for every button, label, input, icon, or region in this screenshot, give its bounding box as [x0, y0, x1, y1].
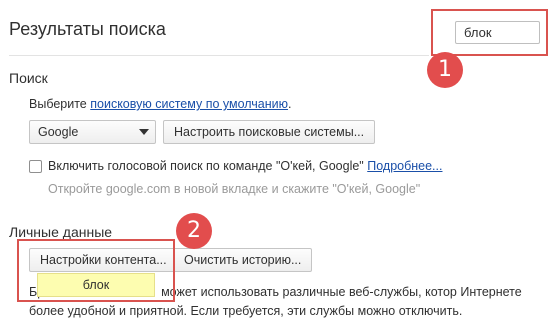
annotation-frame-search: [431, 9, 548, 56]
search-engine-select[interactable]: Google: [29, 120, 156, 144]
clear-history-button[interactable]: Очистить историю...: [173, 248, 313, 272]
default-engine-suffix: .: [288, 97, 292, 111]
privacy-section-title: Личные данные: [9, 224, 113, 240]
title-divider: [9, 55, 429, 56]
voice-search-checkbox[interactable]: [29, 160, 42, 173]
privacy-description-end: может использовать различные веб-службы,…: [161, 285, 522, 299]
chevron-down-icon: [139, 129, 149, 135]
default-engine-link[interactable]: поисковую систему по умолчанию: [90, 97, 288, 111]
annotation-badge-1: 1: [427, 52, 463, 88]
annotation-badge-2: 2: [176, 213, 212, 249]
voice-search-hint: Откройте google.com в новой вкладке и ск…: [48, 182, 421, 196]
search-engine-value: Google: [38, 125, 79, 139]
default-engine-text: Выберите поисковую систему по умолчанию.: [29, 97, 292, 111]
default-engine-prefix: Выберите: [29, 97, 87, 111]
privacy-description-line2: более удобной и приятной. Если требуется…: [29, 304, 463, 318]
learn-more-link[interactable]: Подробнее...: [367, 159, 442, 173]
manage-search-engines-button[interactable]: Настроить поисковые системы...: [163, 120, 376, 144]
page-title: Результаты поиска: [9, 19, 166, 39]
voice-search-label: Включить голосовой поиск по команде "О'к…: [48, 159, 364, 173]
annotation-frame-content-settings: [17, 239, 175, 302]
search-section-title: Поиск: [9, 70, 48, 86]
voice-search-row: Включить голосовой поиск по команде "О'к…: [48, 159, 442, 173]
